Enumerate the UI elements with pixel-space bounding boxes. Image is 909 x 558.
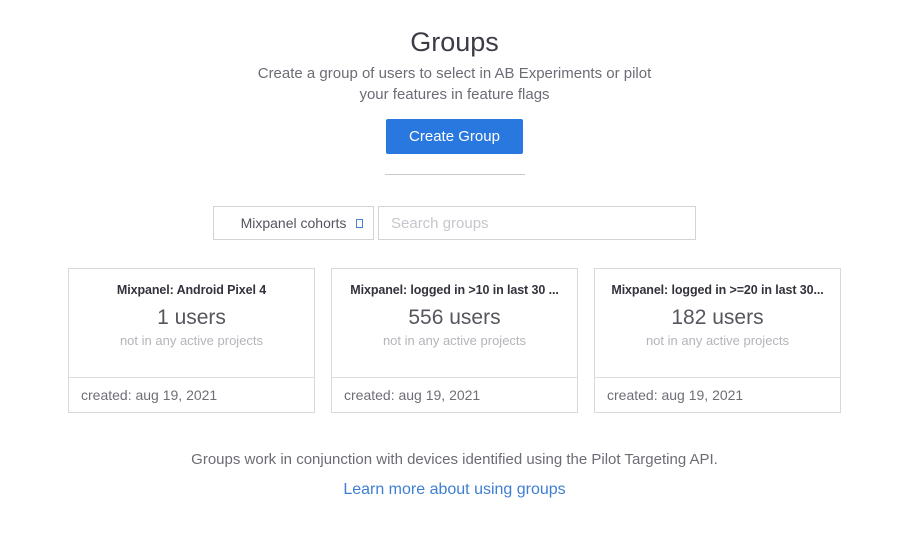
page-title: Groups	[0, 0, 909, 58]
groups-page: Groups Create a group of users to select…	[0, 0, 909, 558]
group-card-body: Mixpanel: Android Pixel 4 1 users not in…	[69, 269, 314, 377]
group-card-body: Mixpanel: logged in >=20 in last 30... 1…	[595, 269, 840, 377]
group-cards-row: Mixpanel: Android Pixel 4 1 users not in…	[0, 268, 909, 413]
group-created-date: created: aug 19, 2021	[595, 377, 840, 412]
cohort-source-dropdown[interactable]: Mixpanel cohorts	[213, 206, 374, 240]
group-name: Mixpanel: logged in >=20 in last 30...	[601, 283, 834, 297]
cohort-source-dropdown-label: Mixpanel cohorts	[241, 215, 347, 231]
section-divider	[385, 174, 525, 175]
group-name: Mixpanel: logged in >10 in last 30 ...	[338, 283, 571, 297]
group-name: Mixpanel: Android Pixel 4	[75, 283, 308, 297]
group-card[interactable]: Mixpanel: logged in >10 in last 30 ... 5…	[331, 268, 578, 413]
group-created-date: created: aug 19, 2021	[332, 377, 577, 412]
group-users-count: 556 users	[338, 306, 571, 330]
page-subtitle: Create a group of users to select in AB …	[255, 63, 655, 105]
learn-more-link[interactable]: Learn more about using groups	[343, 481, 565, 499]
group-card[interactable]: Mixpanel: Android Pixel 4 1 users not in…	[68, 268, 315, 413]
group-card[interactable]: Mixpanel: logged in >=20 in last 30... 1…	[594, 268, 841, 413]
create-group-button[interactable]: Create Group	[386, 119, 523, 154]
group-project-status: not in any active projects	[601, 333, 834, 348]
group-users-count: 182 users	[601, 306, 834, 330]
group-project-status: not in any active projects	[338, 333, 571, 348]
dropdown-indicator-icon	[356, 219, 363, 228]
group-created-date: created: aug 19, 2021	[69, 377, 314, 412]
group-card-body: Mixpanel: logged in >10 in last 30 ... 5…	[332, 269, 577, 377]
group-users-count: 1 users	[75, 306, 308, 330]
group-project-status: not in any active projects	[75, 333, 308, 348]
footer-note: Groups work in conjunction with devices …	[0, 451, 909, 468]
search-input[interactable]	[378, 206, 696, 240]
filters-row: Mixpanel cohorts	[0, 206, 909, 240]
